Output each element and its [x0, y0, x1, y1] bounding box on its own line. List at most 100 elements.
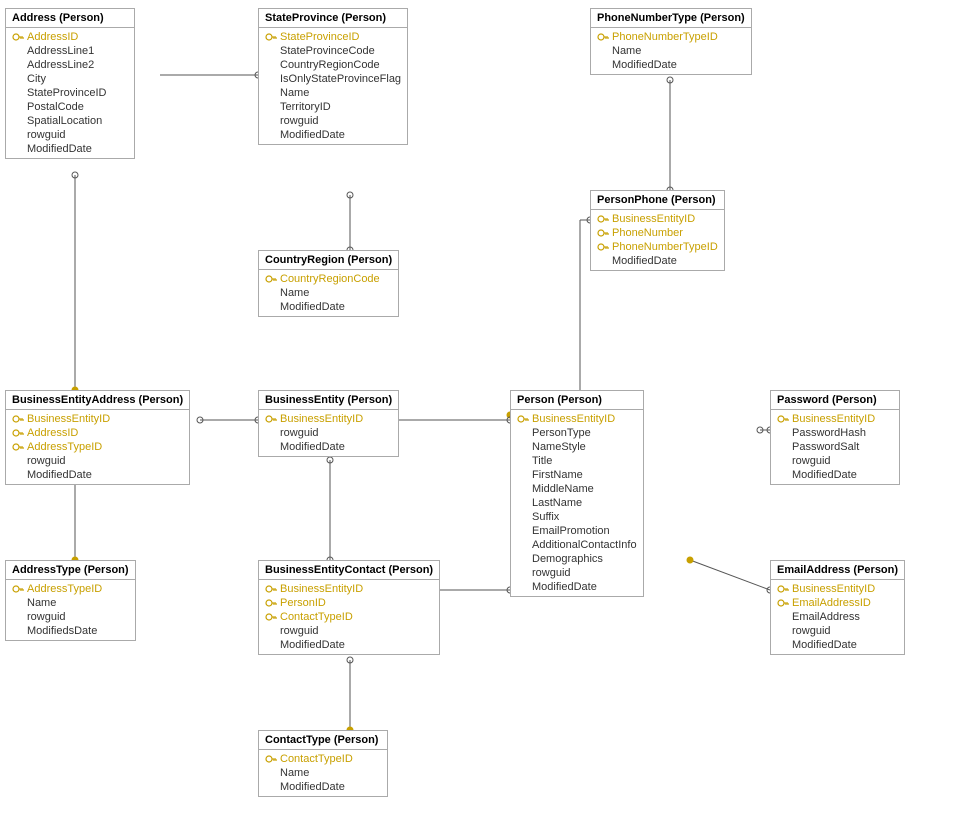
- pk-icon: [517, 414, 529, 424]
- field-name-PhoneNumberTypeID: PhoneNumberTypeID: [612, 31, 718, 43]
- field-EmailAddress-EmailAddressID: EmailAddressID: [771, 596, 904, 610]
- pk-icon: [12, 32, 24, 42]
- field-Person-Demographics: Demographics: [511, 552, 643, 566]
- field-name-Demographics: Demographics: [532, 553, 603, 565]
- entity-BusinessEntityContact: BusinessEntityContact (Person) BusinessE…: [258, 560, 440, 655]
- field-name-StateProvinceCode: StateProvinceCode: [280, 45, 375, 57]
- entity-header-PhoneNumberType: PhoneNumberType (Person): [591, 9, 751, 28]
- pk-icon: [12, 414, 24, 424]
- field-EmailAddress-EmailAddress: EmailAddress: [771, 610, 904, 624]
- entity-body-EmailAddress: BusinessEntityID EmailAddressID EmailAddr…: [771, 580, 904, 654]
- field-CountryRegion-Name: Name: [259, 286, 398, 300]
- field-name-Name: Name: [612, 45, 641, 57]
- field-name-rowguid: rowguid: [27, 455, 66, 467]
- field-name-LastName: LastName: [532, 497, 582, 509]
- entity-header-Person: Person (Person): [511, 391, 643, 410]
- field-BusinessEntityAddress-ModifiedDate: ModifiedDate: [6, 468, 189, 482]
- field-name-PersonType: PersonType: [532, 427, 591, 439]
- field-name-AddressTypeID: AddressTypeID: [27, 583, 102, 595]
- field-StateProvince-StateProvinceCode: StateProvinceCode: [259, 44, 407, 58]
- pk-icon: [12, 428, 24, 438]
- pk-icon: [777, 584, 789, 594]
- field-CountryRegion-ModifiedDate: ModifiedDate: [259, 300, 398, 314]
- diagram-canvas: Address (Person) AddressIDAddressLine1Ad…: [0, 0, 954, 834]
- field-BusinessEntityAddress-AddressID: AddressID: [6, 426, 189, 440]
- field-StateProvince-rowguid: rowguid: [259, 114, 407, 128]
- field-ContactType-ModifiedDate: ModifiedDate: [259, 780, 387, 794]
- field-StateProvince-IsOnlyStateProvinceFlag: IsOnlyStateProvinceFlag: [259, 72, 407, 86]
- field-name-MiddleName: MiddleName: [532, 483, 594, 495]
- field-BusinessEntity-BusinessEntityID: BusinessEntityID: [259, 412, 398, 426]
- field-PersonPhone-ModifiedDate: ModifiedDate: [591, 254, 724, 268]
- entity-header-AddressType: AddressType (Person): [6, 561, 135, 580]
- field-StateProvince-ModifiedDate: ModifiedDate: [259, 128, 407, 142]
- field-name-City: City: [27, 73, 46, 85]
- field-name-CountryRegionCode: CountryRegionCode: [280, 273, 380, 285]
- field-Address-City: City: [6, 72, 134, 86]
- pk-icon: [12, 584, 24, 594]
- entity-header-ContactType: ContactType (Person): [259, 731, 387, 750]
- field-Address-ModifiedDate: ModifiedDate: [6, 142, 134, 156]
- field-name-PostalCode: PostalCode: [27, 101, 84, 113]
- field-name-IsOnlyStateProvinceFlag: IsOnlyStateProvinceFlag: [280, 73, 401, 85]
- pk-icon: [597, 228, 609, 238]
- field-name-CountryRegionCode: CountryRegionCode: [280, 59, 380, 71]
- field-name-rowguid: rowguid: [280, 427, 319, 439]
- field-PhoneNumberType-PhoneNumberTypeID: PhoneNumberTypeID: [591, 30, 751, 44]
- field-Address-StateProvinceID: StateProvinceID: [6, 86, 134, 100]
- field-name-BusinessEntityID: BusinessEntityID: [280, 413, 363, 425]
- field-name-EmailAddress: EmailAddress: [792, 611, 860, 623]
- field-name-rowguid: rowguid: [532, 567, 571, 579]
- entity-body-Person: BusinessEntityIDPersonTypeNameStyleTitle…: [511, 410, 643, 596]
- field-name-EmailAddressID: EmailAddressID: [792, 597, 871, 609]
- entity-Password: Password (Person) BusinessEntityIDPasswo…: [770, 390, 900, 485]
- field-Person-FirstName: FirstName: [511, 468, 643, 482]
- field-Address-rowguid: rowguid: [6, 128, 134, 142]
- field-name-ModifiedDate: ModifiedDate: [280, 301, 345, 313]
- field-name-rowguid: rowguid: [792, 455, 831, 467]
- field-EmailAddress-BusinessEntityID: BusinessEntityID: [771, 582, 904, 596]
- field-name-ModifiedDate: ModifiedDate: [280, 129, 345, 141]
- field-Address-AddressLine1: AddressLine1: [6, 44, 134, 58]
- field-name-TerritoryID: TerritoryID: [280, 101, 331, 113]
- entity-body-PersonPhone: BusinessEntityID PhoneNumber PhoneNumber…: [591, 210, 724, 270]
- entity-Address: Address (Person) AddressIDAddressLine1Ad…: [5, 8, 135, 159]
- field-BusinessEntityContact-ContactTypeID: ContactTypeID: [259, 610, 439, 624]
- field-BusinessEntityContact-rowguid: rowguid: [259, 624, 439, 638]
- pk-icon: [777, 598, 789, 608]
- field-name-ModifiedDate: ModifiedDate: [612, 255, 677, 267]
- field-name-BusinessEntityID: BusinessEntityID: [27, 413, 110, 425]
- pk-icon: [265, 754, 277, 764]
- entity-header-BusinessEntityAddress: BusinessEntityAddress (Person): [6, 391, 189, 410]
- field-name-PasswordHash: PasswordHash: [792, 427, 866, 439]
- field-BusinessEntity-rowguid: rowguid: [259, 426, 398, 440]
- pk-icon: [597, 32, 609, 42]
- field-BusinessEntityAddress-BusinessEntityID: BusinessEntityID: [6, 412, 189, 426]
- pk-icon: [777, 414, 789, 424]
- field-name-rowguid: rowguid: [792, 625, 831, 637]
- field-name-PersonID: PersonID: [280, 597, 326, 609]
- entity-body-CountryRegion: CountryRegionCodeNameModifiedDate: [259, 270, 398, 316]
- field-name-AddressID: AddressID: [27, 427, 78, 439]
- field-name-FirstName: FirstName: [532, 469, 583, 481]
- entity-body-PhoneNumberType: PhoneNumberTypeIDNameModifiedDate: [591, 28, 751, 74]
- field-name-BusinessEntityID: BusinessEntityID: [532, 413, 615, 425]
- entity-CountryRegion: CountryRegion (Person) CountryRegionCode…: [258, 250, 399, 317]
- field-BusinessEntityAddress-AddressTypeID: AddressTypeID: [6, 440, 189, 454]
- pk-icon: [265, 32, 277, 42]
- field-Person-AdditionalContactInfo: AdditionalContactInfo: [511, 538, 643, 552]
- entity-body-ContactType: ContactTypeIDNameModifiedDate: [259, 750, 387, 796]
- field-name-StateProvinceID: StateProvinceID: [280, 31, 359, 43]
- field-Password-BusinessEntityID: BusinessEntityID: [771, 412, 899, 426]
- field-EmailAddress-rowguid: rowguid: [771, 624, 904, 638]
- field-CountryRegion-CountryRegionCode: CountryRegionCode: [259, 272, 398, 286]
- field-AddressType-Name: Name: [6, 596, 135, 610]
- field-name-Name: Name: [280, 87, 309, 99]
- entity-header-BusinessEntity: BusinessEntity (Person): [259, 391, 398, 410]
- entity-body-Address: AddressIDAddressLine1AddressLine2CitySta…: [6, 28, 134, 158]
- field-EmailAddress-ModifiedDate: ModifiedDate: [771, 638, 904, 652]
- field-name-PhoneNumberTypeID: PhoneNumberTypeID: [612, 241, 718, 253]
- field-name-ModifiedDate: ModifiedDate: [792, 469, 857, 481]
- field-name-AddressLine1: AddressLine1: [27, 45, 94, 57]
- field-ContactType-ContactTypeID: ContactTypeID: [259, 752, 387, 766]
